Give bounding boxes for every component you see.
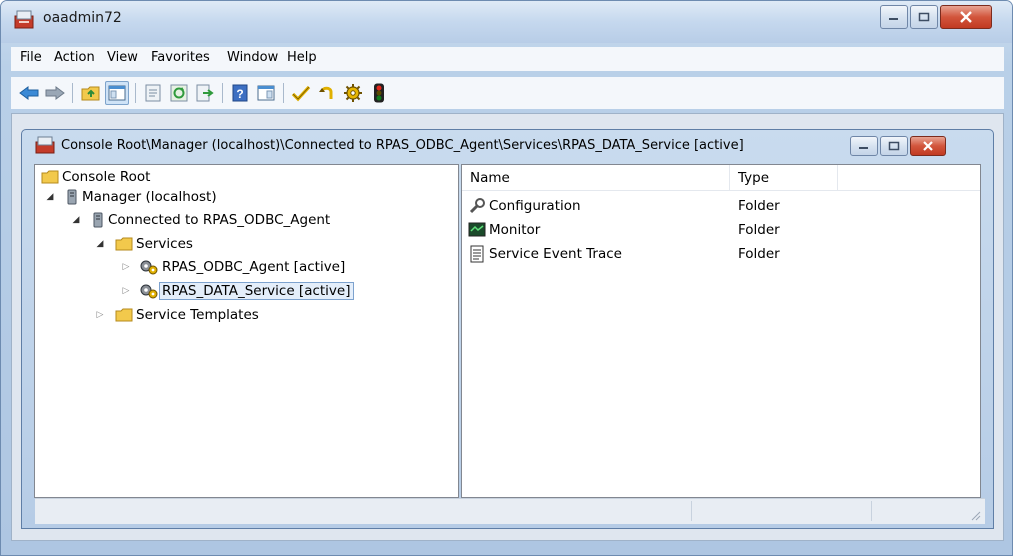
resize-grip-icon[interactable] <box>969 509 981 521</box>
toolbar-separator <box>135 83 136 103</box>
traffic-light-icon <box>374 83 384 103</box>
menu-file[interactable]: File <box>20 50 42 65</box>
up-folder-button[interactable] <box>79 81 103 105</box>
list-header: Name Type <box>462 165 980 191</box>
close-button[interactable] <box>940 5 992 29</box>
list-item[interactable]: Service Event Trace <box>468 243 622 265</box>
title-bar[interactable]: oaadmin72 <box>1 1 1012 43</box>
back-button[interactable] <box>17 81 41 105</box>
column-header-type[interactable]: Type <box>730 165 838 191</box>
toolbar-separator <box>283 83 284 103</box>
service-gear-icon <box>140 284 158 299</box>
collapse-triangle-icon[interactable]: ◢ <box>71 215 81 225</box>
list-item-type: Folder <box>738 222 780 238</box>
result-list-pane[interactable]: Name Type Configuration Folder Monitor F… <box>461 164 981 498</box>
minimize-button[interactable] <box>880 5 908 29</box>
console-tree-pane[interactable]: Console Root ◢ Manager (localhost) ◢ Con… <box>34 164 459 498</box>
traffic-light-button[interactable] <box>367 81 391 105</box>
gear-button[interactable] <box>341 81 365 105</box>
status-bar <box>35 498 985 524</box>
maximize-button[interactable] <box>910 5 938 29</box>
check-icon <box>291 85 311 102</box>
help-icon: ? <box>232 84 248 102</box>
status-cell <box>871 501 985 521</box>
folder-icon <box>115 237 133 251</box>
console-child-window: Console Root\Manager (localhost)\Connect… <box>21 129 994 529</box>
expand-triangle-icon[interactable]: ▷ <box>121 286 131 296</box>
help-button[interactable]: ? <box>228 81 252 105</box>
column-header-name[interactable]: Name <box>462 165 730 191</box>
forward-arrow-icon <box>45 86 65 100</box>
console-icon <box>35 136 55 154</box>
refresh-icon <box>170 84 188 102</box>
toolbar-separator <box>72 83 73 103</box>
tree-node-service-templates[interactable]: Service Templates <box>115 305 262 325</box>
check-button[interactable] <box>289 81 313 105</box>
console-title: Console Root\Manager (localhost)\Connect… <box>61 138 744 153</box>
tree-node-console-root[interactable]: Console Root <box>41 167 153 187</box>
menu-bar: File Action View Favorites Window Help <box>11 47 1004 71</box>
server-icon <box>67 189 77 205</box>
gear-icon <box>344 84 362 102</box>
status-cell <box>691 501 871 521</box>
child-restore-button[interactable] <box>880 136 908 156</box>
window-title: oaadmin72 <box>43 10 122 26</box>
toolbar-separator <box>222 83 223 103</box>
server-icon <box>93 212 103 228</box>
back-arrow-icon <box>19 86 39 100</box>
child-minimize-button[interactable] <box>850 136 878 156</box>
tree-node-rpas-data-service[interactable]: RPAS_DATA_Service [active] <box>139 281 354 301</box>
properties-button[interactable] <box>141 81 165 105</box>
document-icon <box>470 245 484 263</box>
undo-icon <box>319 86 333 99</box>
collapse-triangle-icon[interactable]: ◢ <box>45 192 55 202</box>
up-folder-icon <box>81 86 100 101</box>
list-item[interactable]: Configuration <box>468 195 581 217</box>
tree-node-connection[interactable]: Connected to RPAS_ODBC_Agent <box>91 210 333 230</box>
menu-window[interactable]: Window <box>227 50 278 65</box>
menu-favorites[interactable]: Favorites <box>151 50 210 65</box>
collapse-triangle-icon[interactable]: ◢ <box>95 239 105 249</box>
toolbar: ? <box>11 77 1004 109</box>
menu-action[interactable]: Action <box>54 50 95 65</box>
forward-button[interactable] <box>43 81 67 105</box>
main-window: oaadmin72 File Action View Favorites Win… <box>0 0 1013 556</box>
show-console-tree-button[interactable] <box>105 81 129 105</box>
close-icon <box>923 141 933 151</box>
restore-icon <box>888 141 900 151</box>
close-icon <box>960 11 972 23</box>
expand-triangle-icon[interactable]: ▷ <box>95 310 105 320</box>
show-console-tree-icon <box>108 85 126 101</box>
app-icon <box>14 10 34 29</box>
tree-node-manager[interactable]: Manager (localhost) <box>65 187 220 207</box>
service-gear-icon <box>140 260 158 275</box>
minimize-icon <box>859 147 868 149</box>
refresh-button[interactable] <box>167 81 191 105</box>
tree-node-rpas-odbc-agent[interactable]: RPAS_ODBC_Agent [active] <box>139 257 348 277</box>
action-pane-icon <box>257 85 275 101</box>
monitor-icon <box>468 222 486 237</box>
properties-icon <box>145 84 161 102</box>
menu-view[interactable]: View <box>107 50 138 65</box>
folder-icon <box>115 308 133 322</box>
list-item-type: Folder <box>738 246 780 262</box>
undo-button[interactable] <box>315 81 339 105</box>
wrench-icon <box>469 198 485 214</box>
minimize-icon <box>889 18 898 20</box>
folder-icon <box>41 170 59 184</box>
list-item-type: Folder <box>738 198 780 214</box>
menu-help[interactable]: Help <box>287 50 317 65</box>
list-item[interactable]: Monitor <box>468 219 540 241</box>
expand-triangle-icon[interactable]: ▷ <box>121 262 131 272</box>
export-list-button[interactable] <box>193 81 217 105</box>
action-pane-button[interactable] <box>254 81 278 105</box>
child-close-button[interactable] <box>910 136 946 156</box>
maximize-icon <box>918 12 930 22</box>
tree-node-services[interactable]: Services <box>115 234 196 254</box>
svg-text:?: ? <box>236 87 243 101</box>
export-list-icon <box>196 84 214 102</box>
